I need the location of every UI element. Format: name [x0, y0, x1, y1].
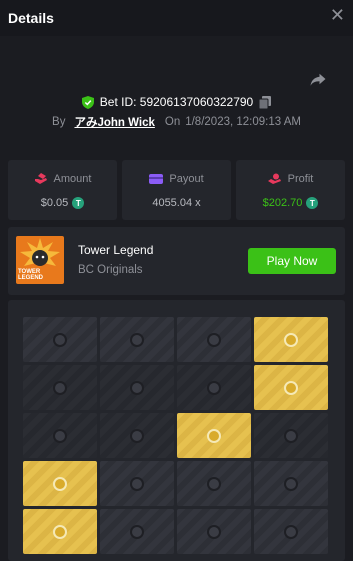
unrevealed-tile	[177, 461, 251, 506]
payout-label: Payout	[169, 173, 204, 185]
profit-icon	[267, 173, 281, 184]
unrevealed-tile	[23, 317, 97, 362]
gold-coin-icon	[284, 332, 298, 347]
game-thumbnail[interactable]: TOWER LEGEND	[16, 236, 64, 284]
gold-coin-icon	[207, 428, 221, 443]
page-title: Details	[8, 10, 54, 26]
profit-label: Profit	[287, 173, 314, 185]
game-name[interactable]: Tower Legend	[78, 243, 153, 257]
revealed-tile	[23, 509, 97, 554]
coin-icon	[53, 428, 67, 443]
unrevealed-tile	[23, 413, 97, 458]
gold-coin-icon	[53, 524, 67, 539]
coin-icon	[130, 476, 144, 491]
coin-icon	[207, 380, 221, 395]
play-now-button[interactable]: Play Now	[248, 248, 336, 274]
coin-icon	[207, 524, 221, 539]
revealed-tile	[23, 461, 97, 506]
unrevealed-tile	[254, 509, 328, 554]
gold-coin-icon	[53, 476, 67, 491]
wallet-icon	[149, 174, 164, 184]
game-card: TOWER LEGEND Tower Legend BC Originals P…	[8, 227, 345, 295]
profit-value: $202.70	[262, 197, 303, 209]
unrevealed-tile	[100, 461, 174, 506]
copy-icon[interactable]	[259, 95, 272, 109]
coin-hand-icon	[34, 173, 47, 184]
coin-icon	[130, 332, 144, 347]
shield-icon	[81, 95, 94, 109]
coin-icon	[207, 476, 221, 491]
bet-id-row: Bet ID: 59206137060322790	[0, 93, 353, 111]
gold-coin-icon	[284, 380, 298, 395]
unrevealed-tile	[100, 413, 174, 458]
game-board	[8, 300, 345, 561]
coin-icon	[130, 428, 144, 443]
payout-value: 4055.04 x	[152, 197, 201, 209]
unrevealed-tile	[100, 317, 174, 362]
tether-coin-icon: T	[306, 197, 319, 209]
amount-stat: Amount $0.05 T	[8, 160, 117, 220]
profit-stat: Profit $202.70 T	[236, 160, 345, 220]
coin-icon	[130, 524, 144, 539]
coin-icon	[53, 380, 67, 395]
by-label: By	[52, 116, 66, 128]
coin-icon	[53, 332, 67, 347]
unrevealed-tile	[23, 365, 97, 410]
on-label: On	[164, 116, 181, 128]
coin-icon	[284, 476, 298, 491]
unrevealed-tile	[100, 509, 174, 554]
unrevealed-tile	[177, 509, 251, 554]
coin-icon	[284, 524, 298, 539]
bet-stats: Amount $0.05 T Payout 4055.04 x Profit $…	[8, 160, 345, 220]
unrevealed-tile	[254, 461, 328, 506]
amount-value: $0.05	[40, 197, 69, 209]
amount-label: Amount	[53, 173, 92, 185]
game-thumb-title: TOWER LEGEND	[18, 269, 44, 281]
bet-id: Bet ID: 59206137060322790	[99, 95, 254, 109]
game-provider: BC Originals	[78, 264, 143, 276]
revealed-tile	[254, 365, 328, 410]
user-link[interactable]: アみJohn Wick	[74, 114, 154, 130]
revealed-tile	[177, 413, 251, 458]
bet-datetime: 1/8/2023, 12:09:13 AM	[185, 116, 301, 128]
unrevealed-tile	[100, 365, 174, 410]
unrevealed-tile	[254, 413, 328, 458]
unrevealed-tile	[177, 317, 251, 362]
bet-meta-row: By アみJohn Wick On 1/8/2023, 12:09:13 AM	[0, 114, 353, 130]
revealed-tile	[254, 317, 328, 362]
tether-coin-icon: T	[72, 197, 85, 209]
payout-stat: Payout 4055.04 x	[122, 160, 231, 220]
coin-icon	[284, 428, 298, 443]
share-icon[interactable]	[309, 70, 327, 88]
coin-icon	[207, 332, 221, 347]
coin-icon	[130, 380, 144, 395]
unrevealed-tile	[177, 365, 251, 410]
details-header: Details ✕	[0, 0, 353, 36]
close-icon[interactable]: ✕	[330, 5, 345, 26]
